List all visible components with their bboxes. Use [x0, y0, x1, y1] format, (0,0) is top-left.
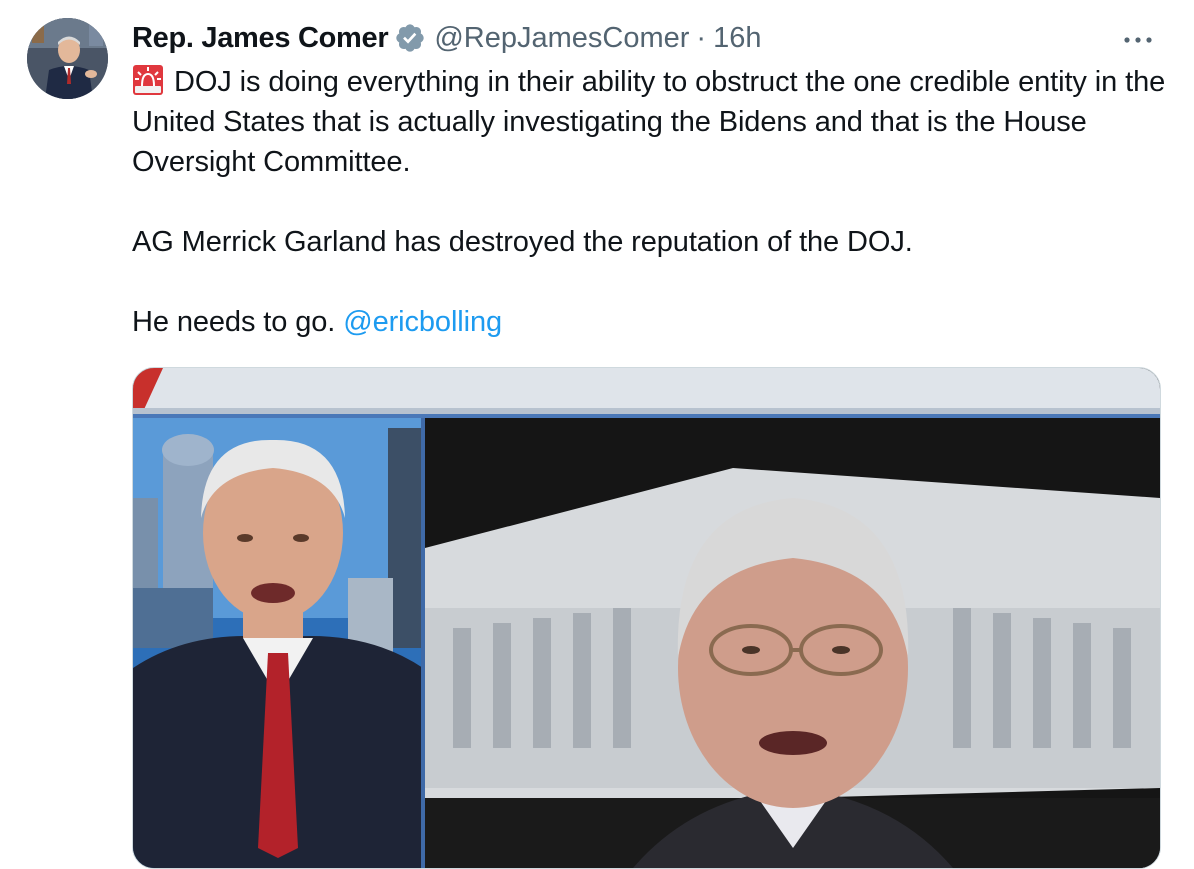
- tweet-timestamp[interactable]: 16h: [713, 22, 761, 55]
- more-options-button[interactable]: [1120, 22, 1156, 58]
- profile-photo-icon: [27, 18, 108, 99]
- paragraph-spacer: [132, 262, 1172, 302]
- author-avatar[interactable]: [27, 18, 108, 99]
- author-display-name[interactable]: Rep. James Comer: [132, 22, 389, 55]
- verified-badge-icon: [394, 22, 426, 54]
- paragraph-spacer: [132, 182, 1172, 222]
- tweet-paragraph-1: DOJ is doing everything in their ability…: [132, 62, 1172, 182]
- tweet-header: Rep. James Comer @RepJamesComer · 16h: [132, 16, 761, 60]
- tweet-paragraph-2: AG Merrick Garland has destroyed the rep…: [132, 226, 913, 258]
- author-handle[interactable]: @RepJamesComer: [434, 22, 689, 55]
- tweet-paragraph-3: He needs to go. @ericbolling: [132, 302, 1172, 342]
- paragraph-3-text: He needs to go.: [132, 306, 336, 338]
- tweet-text: DOJ is doing everything in their ability…: [132, 62, 1172, 342]
- split-screen-news-broadcast-icon: [133, 368, 1160, 868]
- header-separator: ·: [696, 21, 707, 54]
- tweet-media[interactable]: [132, 367, 1161, 869]
- paragraph-1-text: DOJ is doing everything in their ability…: [132, 66, 1166, 178]
- mention-link[interactable]: @ericbolling: [343, 306, 502, 338]
- more-horizontal-icon: [1124, 37, 1152, 43]
- tweet-card[interactable]: Rep. James Comer @RepJamesComer · 16h DO…: [0, 0, 1194, 869]
- rotating-light-icon: [132, 64, 164, 96]
